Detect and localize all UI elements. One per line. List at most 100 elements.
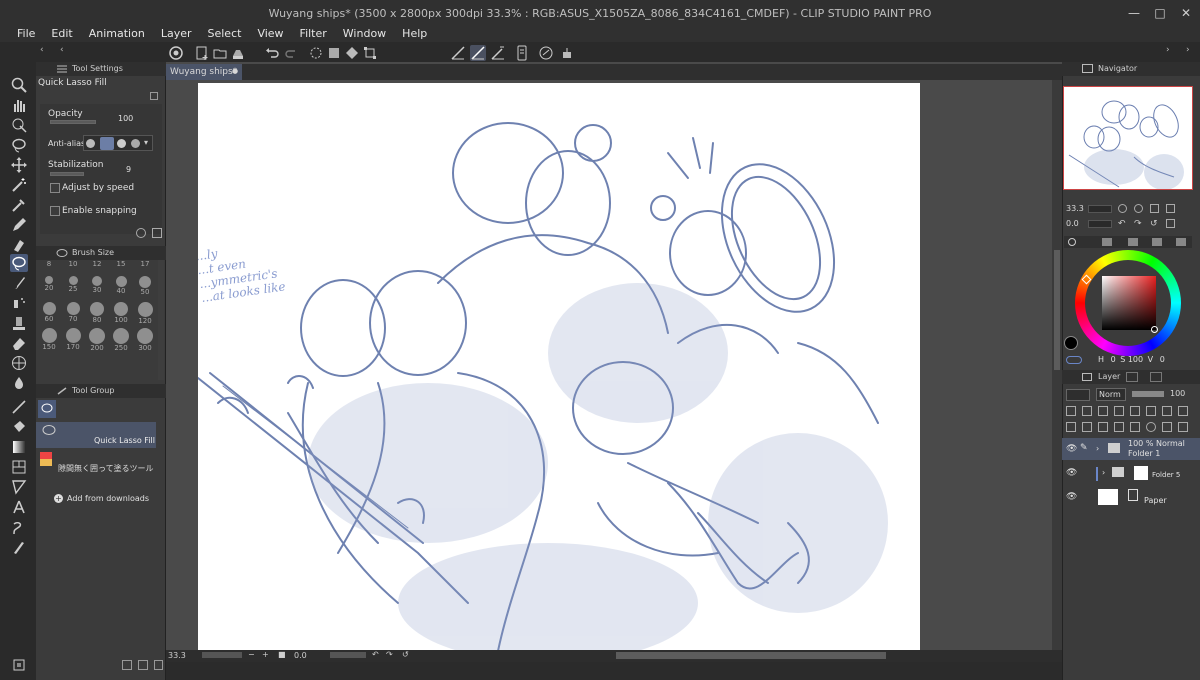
fill-bucket-icon[interactable] [10,418,28,436]
magic-wand-icon[interactable] [10,176,28,194]
layer-opacity-slider[interactable] [1132,391,1164,397]
layer-search-tab-icon[interactable] [1150,372,1162,382]
navigator-preview[interactable] [1063,86,1193,190]
v-value[interactable]: 0 [1160,355,1165,364]
open-folder-icon[interactable] [212,45,228,61]
new-icon[interactable] [122,660,132,670]
device-icon[interactable] [514,45,530,61]
clip-icon[interactable] [1066,406,1076,416]
layer-color-icon[interactable] [1178,406,1188,416]
new-raster-layer-icon[interactable] [1066,422,1076,432]
menu-view[interactable]: View [257,26,283,42]
navigator-flip-icon[interactable] [1166,219,1175,228]
document-tab[interactable]: Wuyang ships* ● [166,64,242,80]
eye-icon[interactable]: 👁 [1066,444,1077,454]
layer-row[interactable]: 👁 › Folder 5 [1062,462,1200,484]
apply-mask-icon[interactable] [1162,422,1172,432]
eye-icon[interactable]: 👁 [1066,468,1077,478]
tool-property-icon[interactable] [152,228,162,238]
zoom-out-icon[interactable]: − [248,650,255,659]
vertical-scroll-thumb[interactable] [1054,250,1060,370]
rotate-left-icon[interactable]: ↶ [372,650,379,659]
antialias-medium-icon[interactable] [117,139,126,148]
expand-right-icon[interactable]: › [1166,45,1170,55]
fit-icon[interactable]: ■ [278,650,286,659]
delete-layer-icon[interactable] [1178,422,1188,432]
chevron-down-icon[interactable]: ▾ [144,138,148,147]
brush-size-cell[interactable]: 40 [112,274,130,298]
sub-tool-detail-icon[interactable] [136,228,146,238]
expand-icon[interactable]: › [1096,444,1099,453]
lasso-icon[interactable] [10,136,28,154]
brush-size-cell[interactable]: 25 [64,274,82,298]
navigator-zoom-out-icon[interactable] [1118,204,1127,213]
palette-settings-icon[interactable] [10,656,28,674]
object-select-icon[interactable] [10,116,28,134]
save-icon[interactable] [230,45,246,61]
brush-size-cell[interactable]: 70 [64,300,82,324]
h-value[interactable]: 0 [1111,355,1116,364]
eye-icon[interactable]: 👁 [1066,492,1077,502]
airbrush-icon[interactable] [10,294,28,312]
snapping-checkbox[interactable] [50,206,60,216]
hand-icon[interactable] [10,96,28,114]
navigator-rotate-right-icon[interactable]: ↷ [1134,219,1142,229]
redo-icon[interactable] [284,45,300,61]
tab-close-icon[interactable]: ● [232,67,238,75]
antialias-none-icon[interactable] [86,139,95,148]
color-set-tab-icon[interactable] [1102,238,1112,246]
color-handle[interactable] [1151,326,1158,333]
reset-rotation-icon[interactable]: ↺ [402,650,409,659]
antialias-strong-icon[interactable] [131,139,140,148]
new-file-icon[interactable] [194,45,210,61]
rotate-right-icon[interactable]: ↷ [386,650,393,659]
layer-type-selector[interactable] [1066,389,1090,401]
minimize-button[interactable]: — [1124,5,1144,21]
zoom-value[interactable]: 33.3 [168,651,186,660]
decoration-icon[interactable] [10,314,28,332]
duplicate-icon[interactable] [138,660,148,670]
palette-color-icon[interactable] [1162,406,1172,416]
navigator-rotate-left-icon[interactable]: ↶ [1118,219,1126,229]
menu-layer[interactable]: Layer [161,26,192,42]
navigator-rotation-slider[interactable] [1088,220,1112,228]
move-icon[interactable] [10,156,28,174]
rotation-value[interactable]: 0.0 [294,651,307,660]
brush-size-cell[interactable]: 200 [88,326,106,352]
mask-icon[interactable] [1130,406,1140,416]
quick-lasso-fill-icon[interactable] [10,254,28,272]
zoom-in-icon[interactable]: + [262,650,269,659]
navigator-zoom-in-icon[interactable] [1134,204,1143,213]
color-wheel-tab-icon[interactable] [1068,238,1076,246]
brush-size-scrollbar[interactable] [158,260,164,380]
zoom-slider[interactable] [202,652,242,658]
brush-size-cell[interactable]: 50 [136,274,154,298]
rotation-slider[interactable] [330,652,366,658]
antialias-weak-icon[interactable] [100,137,114,150]
text-icon[interactable] [10,498,28,516]
blend-icon[interactable] [10,374,28,392]
transfer-down-icon[interactable] [1114,422,1124,432]
menu-filter[interactable]: Filter [300,26,327,42]
navigator-zoom[interactable]: 33.3 [1066,204,1084,213]
eraser-top-icon[interactable] [10,236,28,254]
brush-size-cell[interactable]: 170 [64,326,82,351]
menu-animation[interactable]: Animation [89,26,145,42]
balloon-icon[interactable] [10,518,28,536]
lock-icon[interactable] [150,92,158,100]
brush-size-cell[interactable]: 20 [40,274,58,298]
brush-size-cell[interactable]: 80 [88,300,106,324]
transparent-color-icon[interactable] [1066,356,1082,364]
layer-row[interactable]: 👁 Paper [1062,486,1200,508]
gradient-icon[interactable] [10,438,28,456]
expand-icon[interactable]: › [1102,468,1105,477]
lock-transparent-icon[interactable] [1098,406,1108,416]
menu-window[interactable]: Window [343,26,386,42]
reference-icon[interactable] [1082,406,1092,416]
brush-icon[interactable] [10,274,28,292]
menu-edit[interactable]: Edit [51,26,72,42]
snap-grid-icon[interactable] [490,45,506,61]
ruler-icon[interactable] [10,478,28,496]
brush-size-cell[interactable]: 60 [40,300,58,324]
maximize-button[interactable]: □ [1150,5,1170,21]
